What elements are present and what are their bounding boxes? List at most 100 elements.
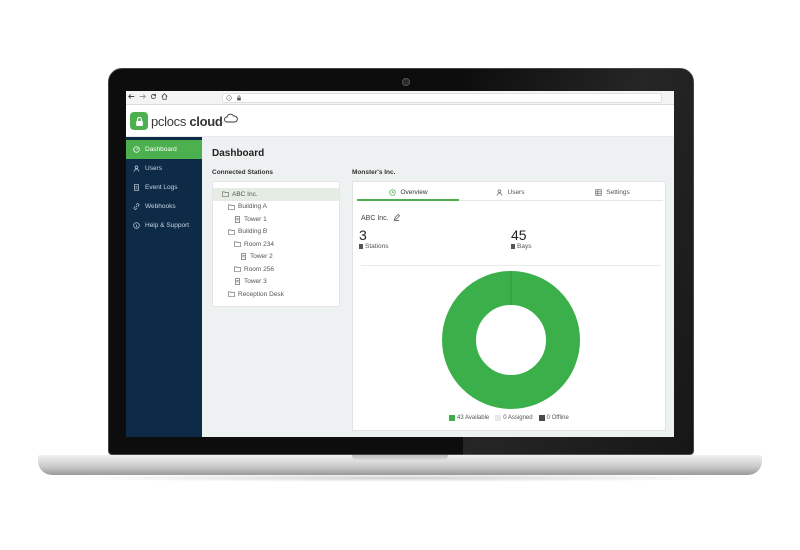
sidebar-item-label: Users xyxy=(145,165,162,172)
folder-icon xyxy=(227,228,235,235)
lock-logo-icon xyxy=(130,112,148,130)
tree-item-label: Tower 2 xyxy=(250,253,273,261)
help-icon xyxy=(132,221,141,230)
logo-suffix: cloud xyxy=(189,113,223,129)
stations-count: 3 xyxy=(359,227,367,243)
bays-donut-chart xyxy=(442,271,580,409)
app-header: pclocs cloud xyxy=(126,105,674,137)
sidebar-item-label: Dashboard xyxy=(145,146,177,153)
folder-icon xyxy=(227,203,235,210)
sidebar-item-webhooks[interactable]: Webhooks xyxy=(126,197,202,216)
tree-item-label: Reception Desk xyxy=(238,290,284,298)
tree-item-label: Building A xyxy=(238,203,267,211)
tree-item[interactable]: Room 234 xyxy=(213,238,339,251)
detail-tabs: Overview Users Settings xyxy=(357,185,663,201)
connected-stations-heading: Connected Stations xyxy=(212,169,274,176)
sidebar-item-dashboard[interactable]: Dashboard xyxy=(126,140,202,159)
stations-tree: ABC Inc. Building A Tower 1 Building B R… xyxy=(212,181,340,307)
tree-item[interactable]: Building B xyxy=(213,226,339,239)
chart-legend: 43 Available 0 Assigned 0 Offline xyxy=(449,415,575,421)
bay-icon xyxy=(511,244,515,249)
tab-users[interactable]: Users xyxy=(459,185,561,201)
tab-label: Users xyxy=(507,189,525,196)
logo-prefix: pclocs xyxy=(151,113,187,129)
tree-item-label: Building B xyxy=(238,228,268,236)
tab-label: Overview xyxy=(400,188,428,196)
org-name-row: ABC Inc. xyxy=(361,213,400,223)
browser-toolbar xyxy=(126,91,674,105)
tree-item[interactable]: Tower 2 xyxy=(213,251,339,264)
tab-overview[interactable]: Overview xyxy=(357,185,459,201)
back-button[interactable] xyxy=(126,91,137,105)
detail-heading: Monster's Inc. xyxy=(352,169,396,176)
tab-label: Settings xyxy=(606,189,630,196)
refresh-icon xyxy=(150,93,157,99)
stations-label: Stations xyxy=(365,243,389,250)
bays-stat-label: Bays xyxy=(511,243,531,250)
tab-settings[interactable]: Settings xyxy=(561,185,663,201)
sidebar-item-users[interactable]: Users xyxy=(126,159,202,178)
bays-label: Bays xyxy=(517,243,532,250)
legend-item-assigned[interactable]: 0 Assigned xyxy=(495,415,533,421)
tree-item-label: Room 256 xyxy=(244,265,274,273)
tree-item[interactable]: Tower 3 xyxy=(213,276,339,289)
legend-swatch-available xyxy=(449,415,455,421)
tree-item-label: ABC Inc. xyxy=(232,190,258,198)
folder-icon xyxy=(233,241,241,248)
folder-icon xyxy=(221,191,229,198)
lock-icon xyxy=(237,95,241,101)
tree-item[interactable]: Reception Desk xyxy=(213,288,339,301)
folder-icon xyxy=(233,266,241,273)
station-icon xyxy=(359,244,363,249)
address-bar[interactable] xyxy=(222,93,662,103)
arrow-left-icon xyxy=(128,93,135,99)
station-icon xyxy=(239,253,247,261)
bays-stat: 45 Bays xyxy=(511,228,531,250)
clock-icon xyxy=(388,188,396,196)
info-icon xyxy=(226,95,232,101)
legend-label: 0 Assigned xyxy=(503,415,533,421)
link-icon xyxy=(132,202,141,211)
legend-item-offline[interactable]: 0 Offline xyxy=(538,415,569,421)
arrow-right-icon xyxy=(139,93,146,99)
pclocs-logo[interactable]: pclocs cloud xyxy=(130,112,238,130)
divider xyxy=(361,265,661,266)
dashboard-icon xyxy=(132,145,141,154)
logo-text: pclocs cloud xyxy=(151,114,223,129)
edit-icon[interactable] xyxy=(393,213,400,223)
sidebar-item-event-logs[interactable]: Event Logs xyxy=(126,178,202,197)
home-button[interactable] xyxy=(159,91,170,105)
home-icon xyxy=(161,92,168,100)
sidebar-item-label: Webhooks xyxy=(145,203,176,210)
screen: pclocs cloud Dashboard Users Event Logs xyxy=(126,91,674,437)
laptop-shadow xyxy=(60,474,740,482)
user-icon xyxy=(496,189,504,197)
forward-button[interactable] xyxy=(137,91,148,105)
page-title: Dashboard xyxy=(212,148,265,159)
sidebar-item-label: Help & Support xyxy=(145,222,190,229)
tree-item-label: Tower 1 xyxy=(244,215,267,223)
camera-icon xyxy=(402,78,410,86)
tree-item[interactable]: ABC Inc. xyxy=(213,188,339,201)
folder-icon xyxy=(227,291,235,298)
station-icon xyxy=(233,215,241,223)
tree-item-label: Room 234 xyxy=(244,240,274,248)
sidebar-item-label: Event Logs xyxy=(145,184,178,191)
tree-item[interactable]: Room 256 xyxy=(213,263,339,276)
refresh-button[interactable] xyxy=(148,91,159,105)
sidebar-item-help[interactable]: Help & Support xyxy=(126,216,202,235)
bays-count: 45 xyxy=(511,227,527,243)
settings-grid-icon xyxy=(594,189,602,197)
org-name: ABC Inc. xyxy=(361,215,389,222)
station-detail-panel: Overview Users Settings ABC Inc. 3 Stati… xyxy=(352,181,666,431)
legend-swatch-offline xyxy=(538,415,545,421)
station-icon xyxy=(233,278,241,286)
legend-label: 0 Offline xyxy=(546,415,569,421)
tree-item[interactable]: Building A xyxy=(213,201,339,214)
laptop-notch xyxy=(352,455,448,461)
document-icon xyxy=(132,183,141,192)
legend-swatch-assigned xyxy=(495,415,502,421)
tree-item[interactable]: Tower 1 xyxy=(213,213,339,226)
main-content: Dashboard Connected Stations Monster's I… xyxy=(202,137,674,437)
legend-item-available[interactable]: 43 Available xyxy=(449,415,489,421)
